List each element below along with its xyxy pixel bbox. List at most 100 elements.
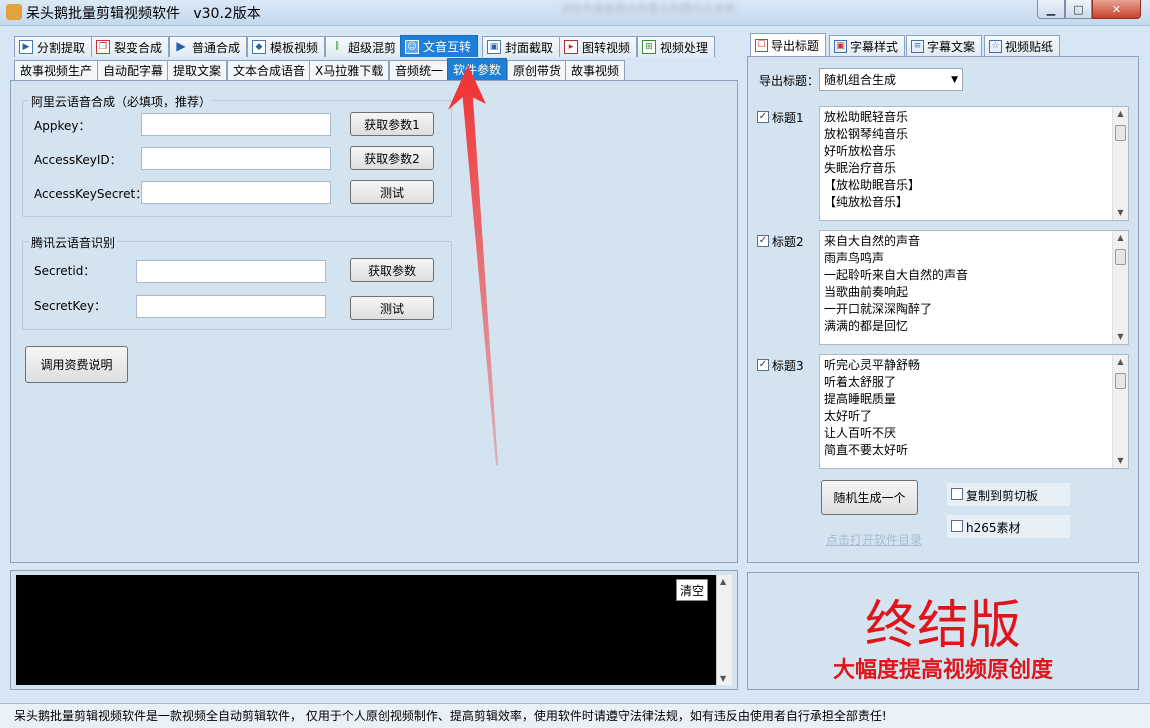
split-icon: ▶: [19, 40, 33, 54]
tab-normal-compose[interactable]: ▶ 普通合成: [169, 36, 248, 57]
copy-clipboard-option[interactable]: 复制到剪切板: [947, 483, 1070, 506]
h265-checkbox[interactable]: [951, 520, 963, 532]
title1-line: 失眠治疗音乐: [824, 161, 897, 175]
promo-subtitle: 大幅度提高视频原创度: [832, 658, 1053, 683]
subtitle-text-icon: ≡: [911, 39, 924, 53]
video-process-icon: ⊞: [642, 40, 656, 54]
secretid-label: Secretid：: [34, 264, 96, 278]
title3-checkbox[interactable]: ✓: [757, 359, 769, 371]
app-icon: [6, 4, 22, 20]
title1-line: 好听放松音乐: [824, 144, 897, 158]
tab-template-video[interactable]: ◆ 模板视频: [247, 36, 326, 57]
red-arrow-annotation: [448, 65, 498, 465]
subtab-story-video[interactable]: 故事视频: [565, 60, 626, 80]
title2-label: 标题2: [772, 235, 804, 249]
title2-line: 雨声鸟鸣声: [824, 251, 885, 265]
tencent-get-params-button[interactable]: 获取参数: [350, 258, 434, 282]
get-params2-button[interactable]: 获取参数2: [350, 146, 434, 170]
title3-line: 让人百听不厌: [824, 426, 897, 440]
title2-textarea[interactable]: 来自大自然的声音 雨声鸟鸣声 一起聆听来自大自然的声音 当歌曲前奏响起 一开口就…: [819, 230, 1129, 345]
tab-cover-capture[interactable]: ▣ 封面截取: [482, 36, 561, 57]
accesskeyid-input[interactable]: [141, 147, 331, 170]
blurred-header-text: 该软件模板融合阿里云和腾讯云参数: [560, 2, 736, 15]
accesskeysecret-input[interactable]: [141, 181, 331, 204]
title1-line: 放松助眠轻音乐: [824, 110, 909, 124]
fission-icon: ❐: [96, 40, 110, 54]
arrow-shaft: [462, 84, 498, 465]
tab-split-extract[interactable]: ▶ 分割提取: [14, 36, 93, 57]
tab-fission-compose[interactable]: ❐ 裂变合成: [91, 36, 170, 57]
copy-clipboard-label: 复制到剪切板: [966, 489, 1039, 503]
tab-text-audio-convert[interactable]: ☺ 文音互转: [400, 35, 479, 57]
title2-line: 一开口就深深陶醉了: [824, 302, 933, 316]
fee-description-button[interactable]: 调用资费说明: [25, 346, 128, 383]
get-params1-button[interactable]: 获取参数1: [350, 112, 434, 136]
title3-scrollbar[interactable]: ▲ ▼: [1112, 355, 1128, 468]
tab-super-mix[interactable]: ∥ 超级混剪: [325, 36, 404, 57]
subtab-ximalaya-download[interactable]: X马拉雅下载: [309, 60, 390, 80]
tencent-test-button[interactable]: 测试: [350, 296, 434, 320]
play-icon: ▶: [176, 39, 186, 53]
h265-option[interactable]: h265素材: [947, 515, 1070, 538]
audio-wave-icon: ∥: [334, 41, 340, 51]
tab-image-to-video[interactable]: ▸ 图转视频: [559, 36, 638, 57]
close-button[interactable]: ✕: [1092, 0, 1141, 19]
maximize-icon: □: [1073, 2, 1084, 16]
secretkey-input[interactable]: [136, 295, 326, 318]
title2-scrollbar[interactable]: ▲ ▼: [1112, 231, 1128, 344]
subtab-extract-copy[interactable]: 提取文案: [167, 60, 228, 80]
subtab-auto-subtitle[interactable]: 自动配字幕: [97, 60, 170, 80]
template-icon: ◆: [252, 40, 266, 54]
random-generate-button[interactable]: 随机生成一个: [821, 480, 918, 515]
title2-checkbox[interactable]: ✓: [757, 235, 769, 247]
aliyun-test-button[interactable]: 测试: [350, 180, 434, 204]
title3-line: 听完心灵平静舒畅: [824, 358, 921, 372]
h265-label: h265素材: [966, 521, 1021, 535]
photo-video-icon: ▸: [564, 40, 578, 54]
title2-line: 来自大自然的声音: [824, 234, 921, 248]
title2-line: 一起聆听来自大自然的声音: [824, 268, 969, 282]
title2-line: 当歌曲前奏响起: [824, 285, 909, 299]
title1-checkbox[interactable]: ✓: [757, 111, 769, 123]
rtab-subtitle-text[interactable]: ≡ 字幕文案: [906, 35, 983, 56]
title3-line: 太好听了: [824, 409, 873, 423]
appkey-label: Appkey：: [34, 119, 91, 133]
rtab-video-sticker[interactable]: ☆ 视频贴纸: [984, 35, 1061, 56]
subtab-story-video-production[interactable]: 故事视频生产: [14, 60, 99, 80]
title1-line: 放松钢琴纯音乐: [824, 127, 909, 141]
secretkey-label: SecretKey：: [34, 299, 107, 313]
console-scrollbar[interactable]: ▲ ▼: [716, 575, 732, 685]
title3-line: 提高睡眠质量: [824, 392, 897, 406]
dropdown-arrow-icon: ▼: [951, 74, 958, 85]
minimize-icon: ▁: [1046, 2, 1056, 16]
export-title-label: 导出标题：: [759, 74, 820, 88]
title1-textarea[interactable]: 放松助眠轻音乐 放松钢琴纯音乐 好听放松音乐 失眠治疗音乐 【放松助眠音乐】 【…: [819, 106, 1129, 221]
log-console[interactable]: [16, 575, 716, 685]
title3-line: 简直不要太好听: [824, 443, 909, 457]
export-title-select[interactable]: 随机组合生成 ▼: [819, 68, 963, 91]
secretid-input[interactable]: [136, 260, 326, 283]
rtab-export-title[interactable]: ☐ 导出标题: [750, 33, 827, 56]
appkey-input[interactable]: [141, 113, 331, 136]
tencent-group-legend: 腾讯云语音识别: [29, 234, 118, 251]
title1-scrollbar[interactable]: ▲ ▼: [1112, 107, 1128, 220]
window-title: 呆头鹅批量剪辑视频软件 v30.2版本: [26, 6, 261, 22]
maximize-button[interactable]: □: [1065, 0, 1092, 19]
image-icon: ▣: [487, 40, 501, 54]
promo-title: 终结版: [864, 596, 1021, 656]
title3-textarea[interactable]: 听完心灵平静舒畅 听着太舒服了 提高睡眠质量 太好听了 让人百听不厌 简直不要太…: [819, 354, 1129, 469]
software-params-panel: 阿里云语音合成（必填项，推荐） Appkey： 获取参数1 AccessKeyI…: [10, 80, 738, 563]
clear-console-button[interactable]: 清空: [676, 579, 708, 601]
rtab-subtitle-style[interactable]: ▣ 字幕样式: [829, 35, 906, 56]
tab-video-process[interactable]: ⊞ 视频处理: [637, 36, 716, 57]
title2-line: 满满的都是回忆: [824, 319, 909, 333]
sticker-icon: ☆: [989, 39, 1002, 53]
open-software-dir-link[interactable]: 点击打开软件目录: [826, 531, 922, 548]
subtab-text-to-speech[interactable]: 文本合成语音: [227, 60, 312, 80]
accesskeyid-label: AccessKeyID：: [34, 153, 122, 167]
title1-label: 标题1: [772, 111, 804, 125]
minimize-button[interactable]: ▁: [1037, 0, 1065, 19]
subtitle-style-icon: ▣: [834, 39, 847, 53]
title1-line: 【纯放松音乐】: [824, 195, 909, 209]
copy-clipboard-checkbox[interactable]: [951, 488, 963, 500]
